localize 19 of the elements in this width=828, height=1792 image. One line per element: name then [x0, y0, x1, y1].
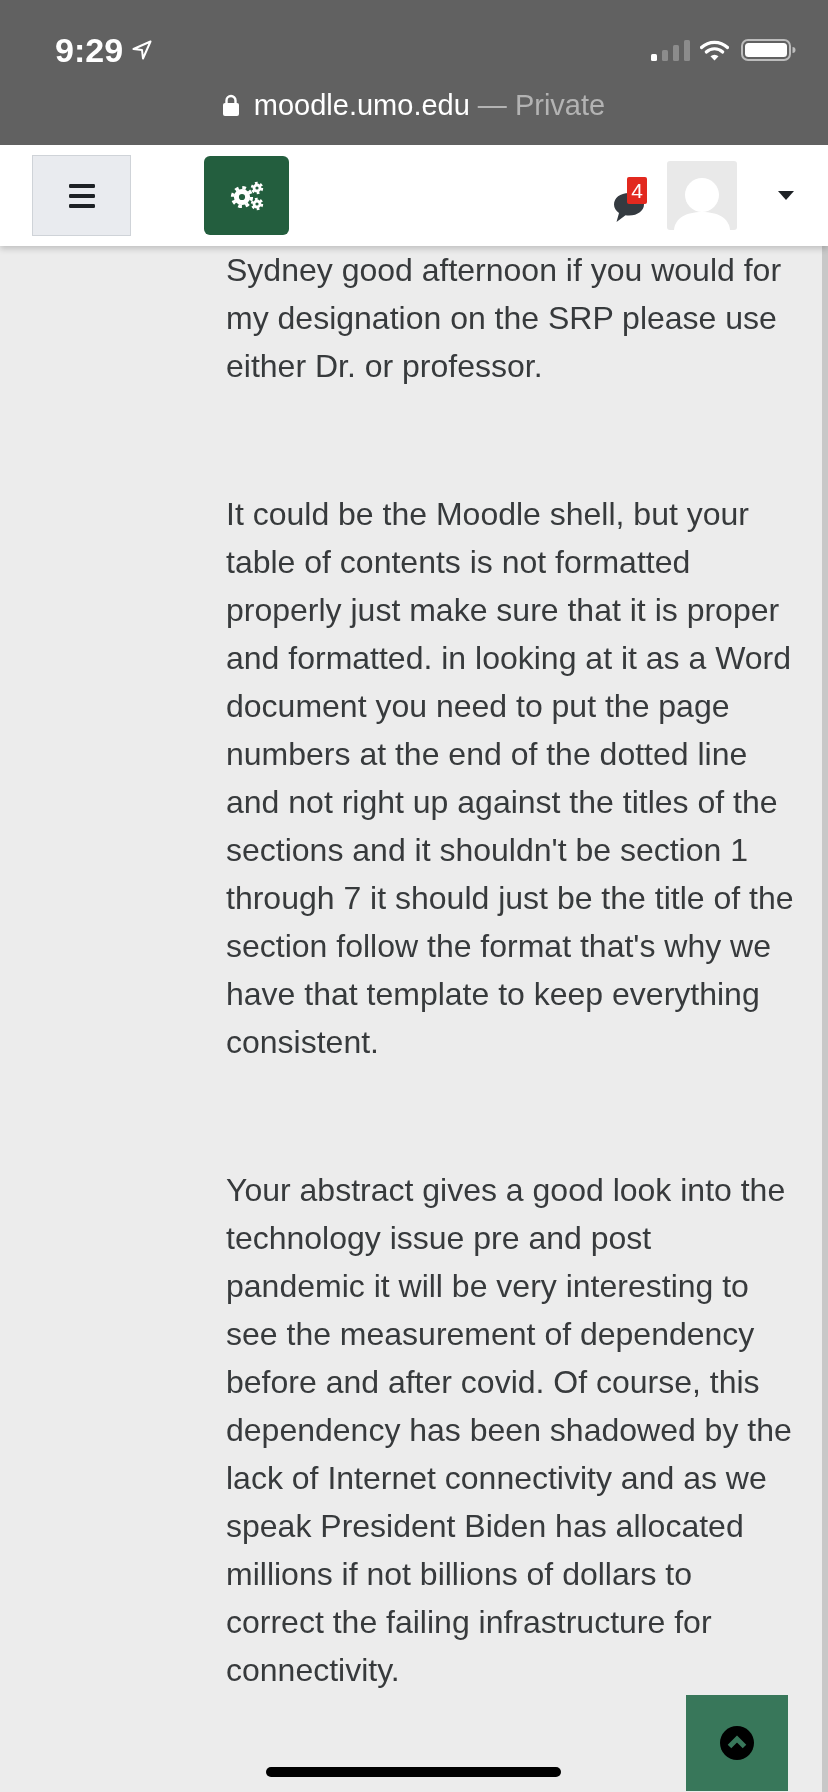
battery-icon	[741, 39, 796, 61]
notification-count: 4	[627, 177, 647, 204]
chevron-up-icon	[720, 1726, 754, 1760]
wifi-icon	[700, 39, 729, 61]
location-arrow-icon	[132, 40, 153, 60]
signal-icon	[651, 39, 690, 61]
status-time: 9:29	[55, 30, 124, 70]
gears-icon	[229, 180, 264, 211]
scroll-to-top-button[interactable]	[686, 1695, 788, 1791]
caret-icon[interactable]	[778, 191, 794, 200]
feedback-paragraph: Your abstract gives a good look into the technology issue pre and post pandemic it will be very interesting to see the measurement of dependency before and after covid. Of course, this dependency has been shadowed by the lack of Internet connectivity and as we speak President Biden has allocated millions if not billions of dollars to correct the failing infrastructure for connectivity.	[226, 1171, 793, 1690]
lock-icon	[222, 94, 239, 116]
menu-button[interactable]	[32, 155, 131, 236]
feedback-paragraph: It could be the Moodle shell, but your table of contents is not formatted properly just make sure that it is proper and formatted. in looking at it as a Word document you need to put the page numbers at the end of the dotted line and not right up against the titles of the sections and it shouldn't be section 1 through 7 it should just be the title of the section follow the format that's why we have that template to keep everything consistent.	[226, 495, 795, 1062]
menu-icon	[68, 183, 95, 208]
settings-button[interactable]	[204, 156, 289, 235]
feedback-paragraph: Sydney good afternoon if you would for my designation on the SRP please use either Dr. or professor.	[226, 251, 783, 386]
browsing-mode-label: — Private	[477, 88, 606, 122]
url-domain[interactable]: moodle.umo.edu	[253, 88, 470, 122]
